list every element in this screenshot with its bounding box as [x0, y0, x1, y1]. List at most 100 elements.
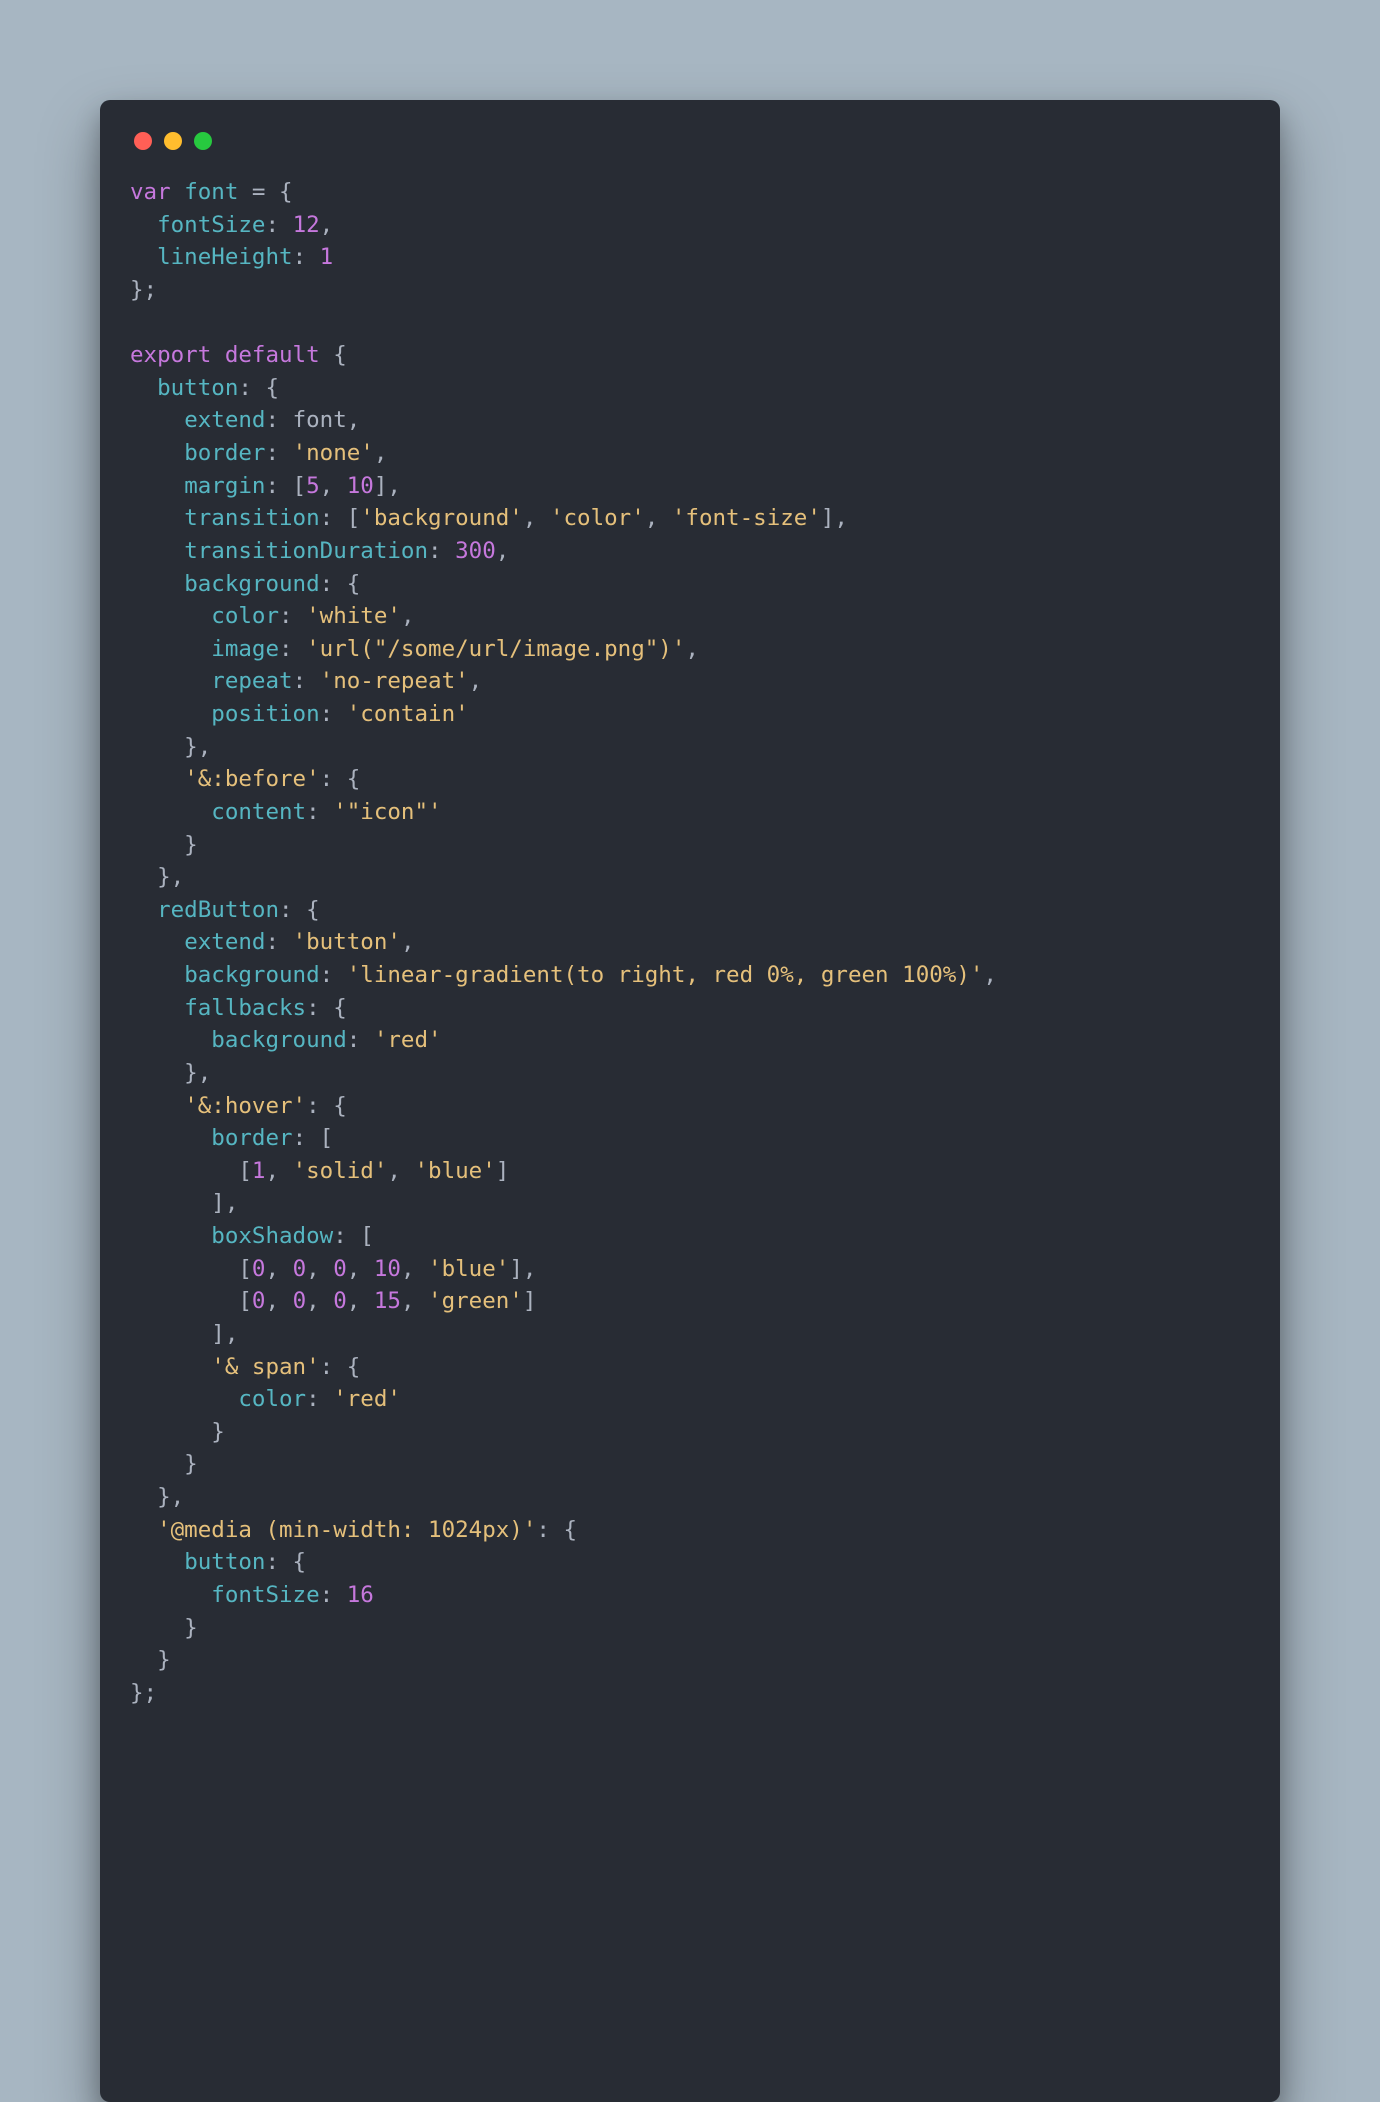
code-token: 'linear-gradient(to right, red 0%, green… — [347, 962, 984, 988]
code-window: var font = { fontSize: 12, lineHeight: 1… — [100, 100, 1280, 2102]
code-token: : — [320, 962, 347, 988]
code-token: 'red' — [333, 1386, 401, 1412]
code-token: : [ — [320, 505, 361, 531]
code-token: position — [211, 701, 319, 727]
code-token: '&:hover' — [184, 1093, 306, 1119]
code-token: 16 — [347, 1582, 374, 1608]
code-token — [130, 473, 184, 499]
code-token: 'contain' — [347, 701, 469, 727]
code-token — [130, 897, 157, 923]
code-token — [130, 1386, 238, 1412]
code-token: 1 — [252, 1158, 266, 1184]
code-token: : [ — [333, 1223, 374, 1249]
code-token: 'solid' — [293, 1158, 388, 1184]
code-token: ], — [821, 505, 848, 531]
code-token: '@media (min-width: 1024px)' — [157, 1517, 536, 1543]
code-token: 'white' — [306, 603, 401, 629]
code-token: fallbacks — [184, 995, 306, 1021]
code-token: }, — [130, 734, 211, 760]
code-token: border — [184, 440, 265, 466]
code-token: ], — [130, 1321, 238, 1347]
code-token: font — [293, 407, 347, 433]
code-token: ] — [496, 1158, 510, 1184]
code-token: boxShadow — [211, 1223, 333, 1249]
code-token: var — [130, 179, 184, 205]
code-token — [130, 212, 157, 238]
code-token — [130, 1093, 184, 1119]
code-token: }, — [130, 1060, 211, 1086]
code-token: : { — [238, 375, 279, 401]
code-token: image — [211, 636, 279, 662]
code-token: : — [320, 1582, 347, 1608]
code-token: , — [265, 1158, 292, 1184]
code-token: , — [983, 962, 997, 988]
code-token — [130, 1582, 211, 1608]
code-token: 0 — [252, 1256, 266, 1282]
code-token: , — [685, 636, 699, 662]
code-token: 'button' — [293, 929, 401, 955]
code-token: : — [428, 538, 455, 564]
code-token: : { — [306, 1093, 347, 1119]
code-token — [130, 668, 211, 694]
code-token — [130, 1517, 157, 1543]
code-token: background — [184, 571, 319, 597]
traffic-light-zoom-icon[interactable] — [194, 132, 212, 150]
code-token: } — [130, 1451, 198, 1477]
code-token: : — [306, 1386, 333, 1412]
code-token: ] — [523, 1288, 537, 1314]
traffic-light-minimize-icon[interactable] — [164, 132, 182, 150]
code-token: border — [211, 1125, 292, 1151]
code-token: : — [279, 636, 306, 662]
code-token: button — [184, 1549, 265, 1575]
code-token: export default — [130, 342, 320, 368]
code-token: 'url("/some/url/image.png")' — [306, 636, 685, 662]
code-token: }; — [130, 1680, 157, 1706]
code-token: fontSize — [157, 212, 265, 238]
code-token — [130, 766, 184, 792]
code-token: repeat — [211, 668, 292, 694]
code-token: , — [523, 505, 550, 531]
code-token: , — [347, 407, 361, 433]
code-token — [130, 538, 184, 564]
code-token: : { — [306, 995, 347, 1021]
code-token — [130, 929, 184, 955]
code-token: } — [130, 1419, 225, 1445]
code-token: button — [157, 375, 238, 401]
code-token — [130, 1354, 211, 1380]
code-token: redButton — [157, 897, 279, 923]
code-token: 'red' — [374, 1027, 442, 1053]
code-token: [ — [130, 1158, 252, 1184]
code-token: , — [401, 1256, 428, 1282]
code-token: lineHeight — [157, 244, 292, 270]
code-token: color — [211, 603, 279, 629]
code-token: , — [320, 212, 334, 238]
code-token: , — [347, 1288, 374, 1314]
code-token: , — [320, 473, 347, 499]
code-token — [130, 375, 157, 401]
code-token: 'blue' — [414, 1158, 495, 1184]
code-token — [130, 701, 211, 727]
code-token: [ — [130, 1256, 252, 1282]
code-token: , — [496, 538, 510, 564]
code-token: extend — [184, 407, 265, 433]
code-token — [130, 505, 184, 531]
code-token — [130, 962, 184, 988]
code-token: : { — [320, 766, 361, 792]
code-token: ], — [374, 473, 401, 499]
code-token: 0 — [293, 1256, 307, 1282]
code-token — [130, 244, 157, 270]
code-token: : { — [320, 571, 361, 597]
code-token — [130, 571, 184, 597]
code-token: , — [401, 603, 415, 629]
code-token: : — [265, 212, 292, 238]
code-token — [130, 603, 211, 629]
code-token: , — [645, 505, 672, 531]
code-token: } — [130, 832, 198, 858]
code-token: : [ — [293, 1125, 334, 1151]
code-token: : — [265, 929, 292, 955]
code-token: : — [293, 244, 320, 270]
code-token — [130, 1223, 211, 1249]
code-token: ], — [509, 1256, 536, 1282]
traffic-light-close-icon[interactable] — [134, 132, 152, 150]
code-token: { — [320, 342, 347, 368]
